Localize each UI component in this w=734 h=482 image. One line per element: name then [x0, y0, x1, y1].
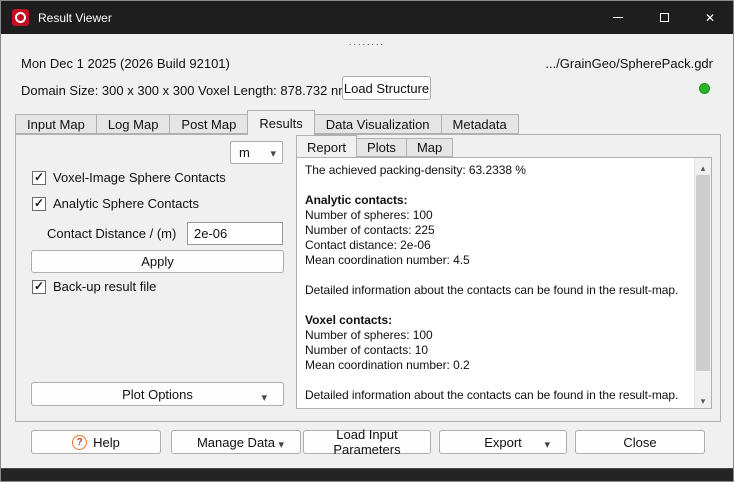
chevron-down-icon	[270, 145, 282, 160]
minimize-button[interactable]	[595, 1, 641, 34]
window-bottom-edge	[1, 468, 733, 481]
tab-data-visualization[interactable]: Data Visualization	[313, 114, 442, 134]
help-button[interactable]: Help	[31, 430, 161, 454]
checkbox-label: Analytic Sphere Contacts	[53, 196, 199, 211]
report-tab-bar: Report Plots Map	[296, 135, 454, 158]
tab-results[interactable]: Results	[247, 110, 315, 135]
subtab-report[interactable]: Report	[296, 135, 358, 158]
report-view: The achieved packing-density: 63.2338 % …	[296, 157, 712, 409]
report-line: Number of contacts: 10	[305, 343, 428, 357]
scroll-up-button[interactable]	[695, 158, 711, 175]
voxel-length-label: Voxel Length: 878.732 nm	[198, 83, 350, 98]
contact-distance-label: Contact Distance / (m)	[47, 226, 177, 241]
report-content: The achieved packing-density: 63.2338 % …	[297, 158, 694, 408]
scroll-down-button[interactable]	[695, 391, 711, 408]
report-line	[305, 373, 690, 388]
export-label: Export	[484, 434, 522, 450]
close-icon	[705, 10, 715, 25]
report-line: The achieved packing-density: 63.2338 %	[305, 163, 526, 177]
subtab-plots[interactable]: Plots	[356, 138, 407, 157]
report-line: Mean coordination number: 0.2	[305, 358, 470, 372]
report-line: Number of spheres: 100	[305, 328, 433, 342]
unit-select-value: m	[239, 145, 250, 160]
report-line: Analytic contacts:	[305, 193, 408, 207]
scrollbar-thumb[interactable]	[696, 175, 710, 371]
arrow-down-icon	[701, 392, 706, 407]
contact-distance-input[interactable]	[187, 222, 283, 245]
close-dialog-button[interactable]: Close	[575, 430, 705, 454]
report-scrollbar[interactable]	[694, 158, 711, 408]
apply-button[interactable]: Apply	[31, 250, 284, 273]
main-tab-bar: Input Map Log Map Post Map Results Data …	[15, 110, 519, 135]
report-line	[305, 178, 690, 193]
checkbox-icon[interactable]	[32, 170, 46, 185]
minimize-icon	[613, 17, 623, 18]
subtab-map[interactable]: Map	[405, 138, 454, 157]
manage-data-button[interactable]: Manage Data	[171, 430, 301, 454]
checkbox-voxel-image-sphere-contacts[interactable]: Voxel-Image Sphere Contacts	[32, 170, 226, 185]
close-button[interactable]	[687, 1, 733, 34]
plot-options-label: Plot Options	[122, 386, 193, 402]
file-path: .../GrainGeo/SpherePack.gdr	[545, 56, 713, 71]
tab-log-map[interactable]: Log Map	[95, 114, 171, 134]
report-line: Voxel contacts:	[305, 313, 393, 327]
build-info: Mon Dec 1 2025 (2026 Build 92101)	[21, 56, 230, 71]
report-line: Contact distance: 2e-06	[305, 238, 431, 252]
load-input-parameters-button[interactable]: Load Input Parameters	[303, 427, 431, 457]
domain-size-label: Domain Size: 300 x 300 x 300	[21, 83, 195, 98]
help-label: Help	[93, 434, 120, 450]
report-line	[305, 298, 690, 313]
arrow-up-icon	[701, 159, 706, 174]
report-line: Number of contacts: 225	[305, 223, 435, 237]
chevron-down-icon	[261, 389, 273, 404]
checkbox-icon[interactable]	[32, 196, 46, 211]
report-line: Detailed information about the contacts …	[305, 388, 679, 402]
result-viewer-window: Result Viewer ........ Mon Dec 1 2025 (2…	[0, 0, 734, 482]
window-title: Result Viewer	[38, 10, 112, 25]
window-controls	[595, 1, 733, 34]
manage-data-label: Manage Data	[196, 434, 276, 450]
maximize-icon	[659, 13, 669, 22]
checkbox-label: Back-up result file	[53, 279, 157, 294]
load-structure-button[interactable]: Load Structure	[342, 76, 431, 100]
export-button[interactable]: Export	[439, 430, 567, 454]
dialog-drag-handle[interactable]: ........	[1, 37, 733, 47]
plot-options-button[interactable]: Plot Options	[31, 382, 284, 406]
checkbox-label: Voxel-Image Sphere Contacts	[53, 170, 226, 185]
tab-post-map[interactable]: Post Map	[169, 114, 249, 134]
tab-metadata[interactable]: Metadata	[440, 114, 519, 134]
chevron-down-icon	[278, 436, 290, 451]
tab-input-map[interactable]: Input Map	[15, 114, 97, 134]
title-bar[interactable]: Result Viewer	[1, 1, 733, 34]
chevron-down-icon	[544, 436, 556, 451]
report-line	[305, 268, 690, 283]
report-line: Detailed information about the contacts …	[305, 283, 679, 297]
status-indicator-dot	[699, 83, 710, 94]
maximize-button[interactable]	[641, 1, 687, 34]
checkbox-backup-result-file[interactable]: Back-up result file	[32, 279, 156, 294]
unit-select[interactable]: m	[230, 141, 283, 164]
checkbox-icon[interactable]	[32, 279, 46, 294]
checkbox-analytic-sphere-contacts[interactable]: Analytic Sphere Contacts	[32, 196, 199, 211]
report-line: Number of spheres: 100	[305, 208, 433, 222]
app-icon[interactable]	[12, 9, 29, 26]
question-mark-icon	[72, 434, 88, 450]
report-line: Mean coordination number: 4.5	[305, 253, 470, 267]
